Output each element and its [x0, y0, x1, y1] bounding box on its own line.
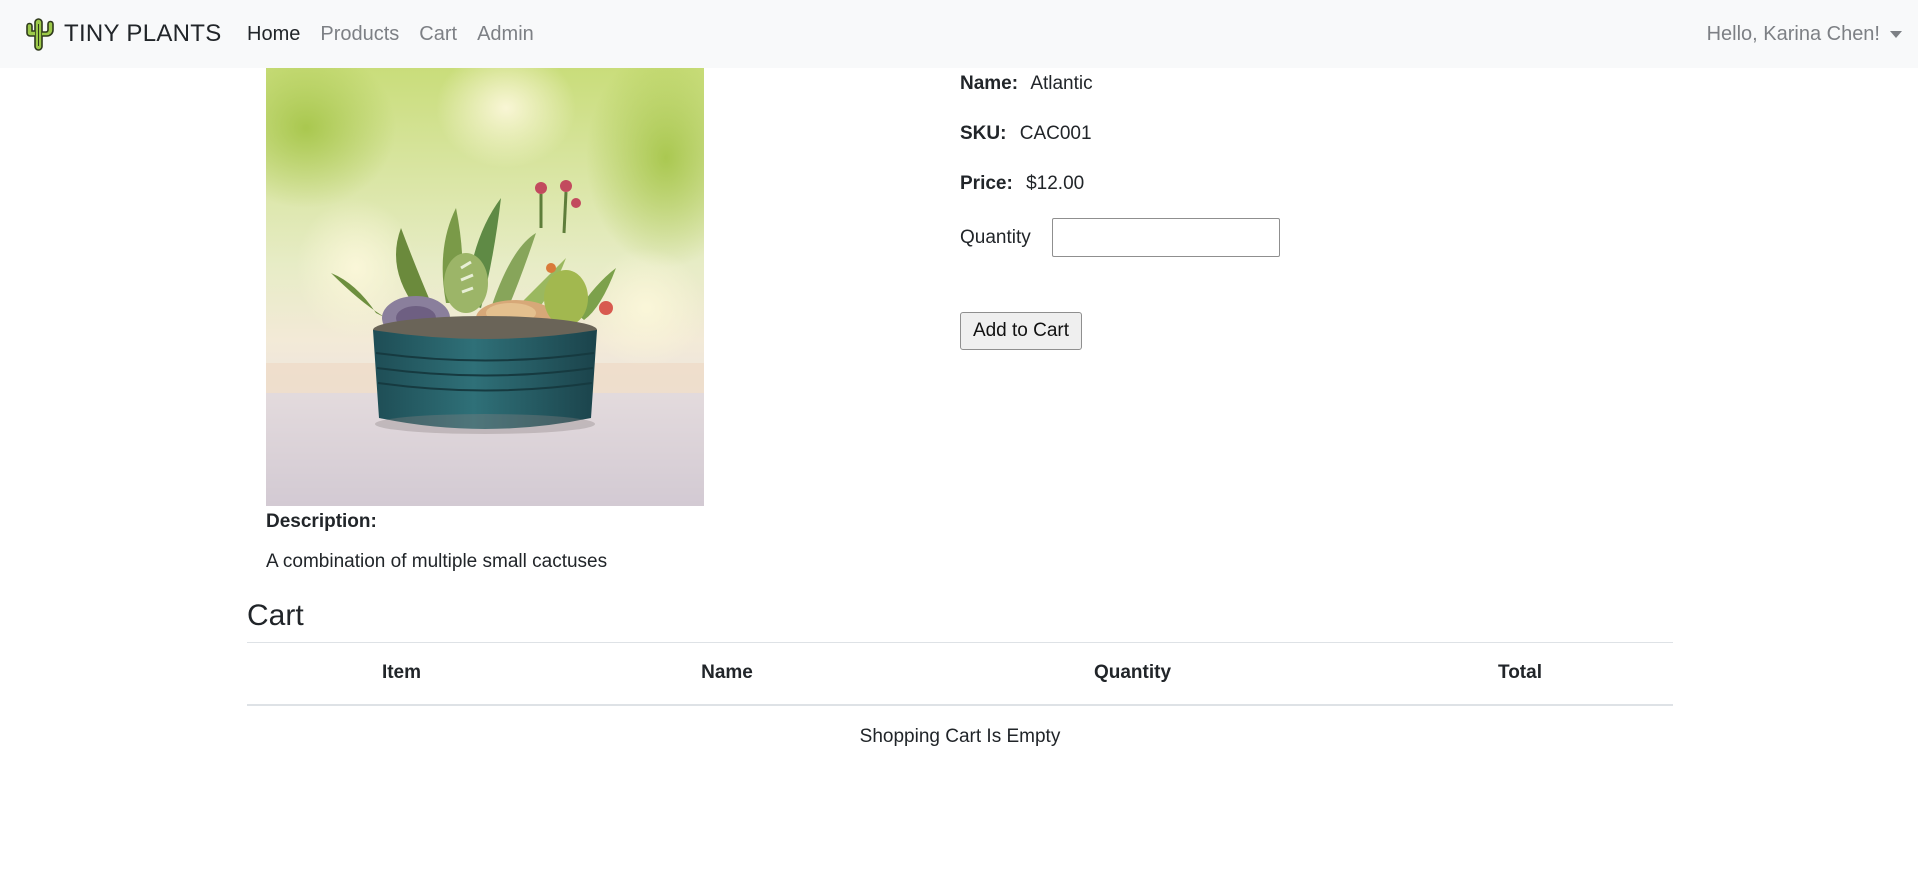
col-name: Name — [556, 642, 898, 706]
product-price: $12.00 — [1026, 173, 1085, 194]
product-image — [266, 68, 704, 506]
cart-table: Item Name Quantity Total Shopping Cart I… — [247, 642, 1673, 769]
description-text: A combination of multiple small cactuses — [266, 551, 608, 572]
cart-empty-message: Shopping Cart Is Empty — [859, 726, 1061, 747]
sku-row: SKU: CAC001 — [960, 120, 1092, 148]
col-quantity: Quantity — [898, 642, 1367, 706]
nav-products[interactable]: Products — [320, 20, 399, 48]
cactus-icon — [26, 18, 54, 51]
quantity-input[interactable] — [1052, 218, 1280, 257]
caret-down-icon — [1890, 30, 1902, 38]
description-label: Description: — [266, 511, 377, 532]
nav-home[interactable]: Home — [247, 20, 300, 48]
cart-header-row: Item Name Quantity Total — [247, 642, 1673, 706]
cart-title: Cart — [247, 599, 304, 632]
sku-label: SKU: — [960, 123, 1007, 144]
navbar: TINY PLANTS Home Products Cart Admin Hel… — [0, 0, 1918, 68]
nav-links: Home Products Cart Admin — [247, 20, 554, 48]
quantity-label: Quantity — [960, 227, 1031, 248]
nav-admin[interactable]: Admin — [477, 20, 534, 48]
brand-name: TINY PLANTS — [64, 20, 222, 47]
price-row: Price: $12.00 — [960, 170, 1084, 198]
price-label: Price: — [960, 173, 1013, 194]
name-label: Name: — [960, 73, 1019, 94]
user-greeting: Hello, Karina Chen! — [1706, 23, 1880, 45]
brand-link[interactable]: TINY PLANTS — [22, 14, 222, 54]
nav-cart[interactable]: Cart — [419, 20, 457, 48]
user-menu-dropdown[interactable]: Hello, Karina Chen! — [1707, 20, 1902, 48]
product-name: Atlantic — [1030, 73, 1093, 94]
col-total: Total — [1367, 642, 1673, 706]
col-item: Item — [247, 642, 556, 706]
product-sku: CAC001 — [1019, 123, 1092, 144]
name-row: Name: Atlantic — [960, 70, 1093, 98]
cart-empty-row: Shopping Cart Is Empty — [247, 705, 1673, 769]
add-to-cart-button[interactable]: Add to Cart — [960, 312, 1082, 350]
